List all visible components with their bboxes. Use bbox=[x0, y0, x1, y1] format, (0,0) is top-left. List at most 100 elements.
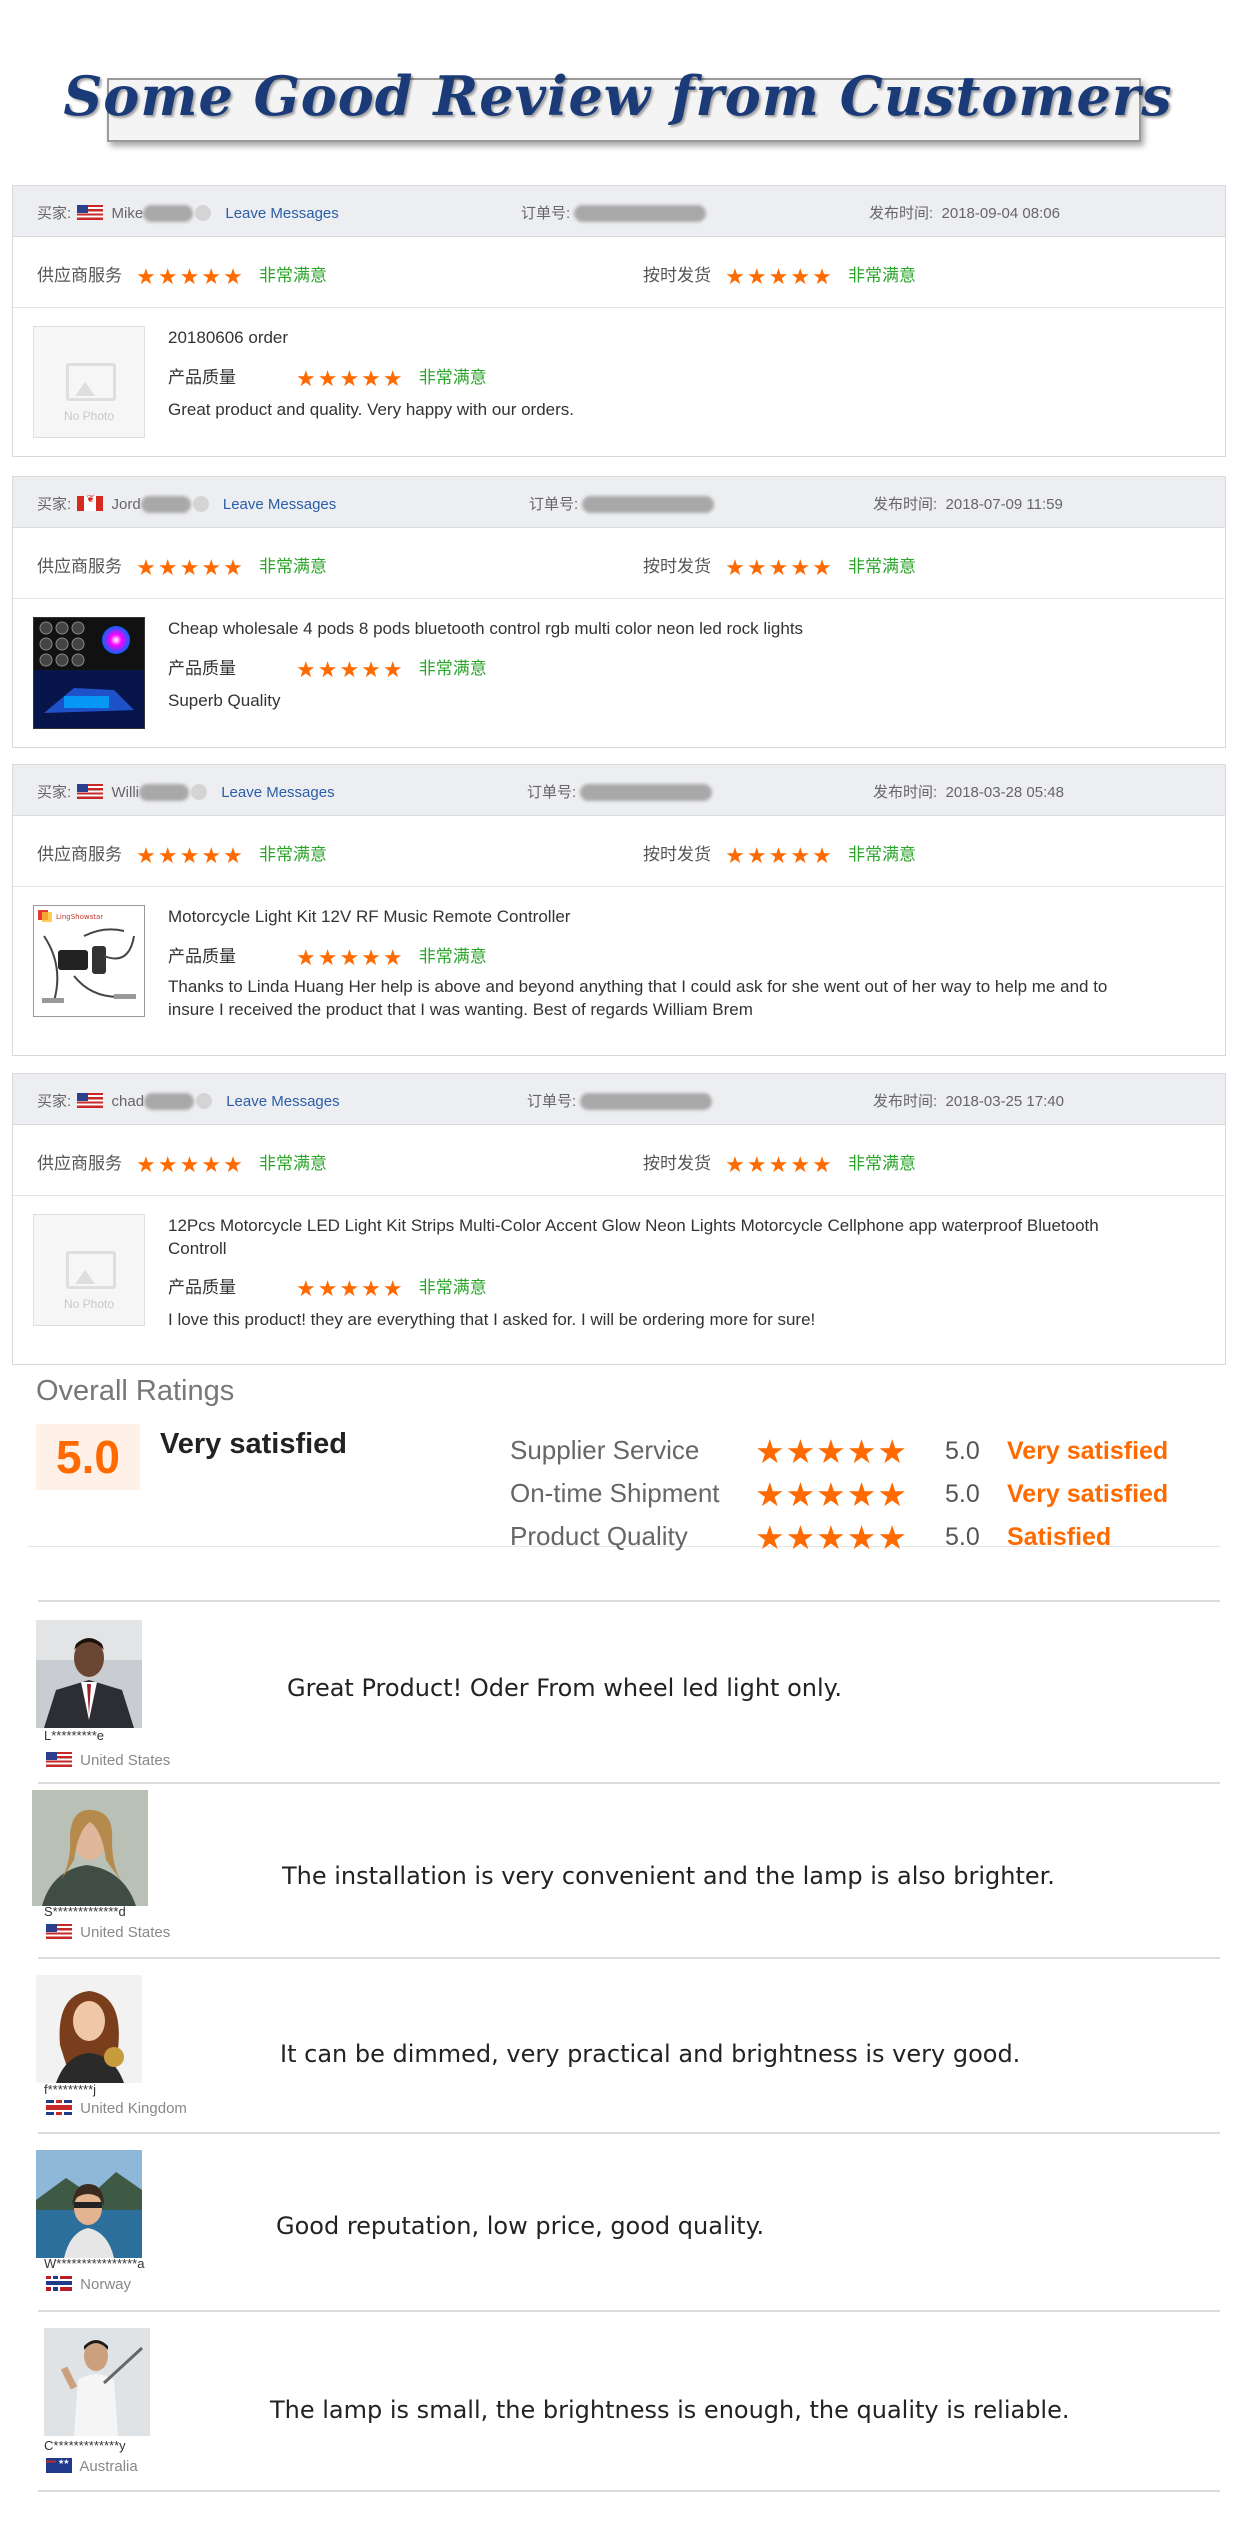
redacted-order-number bbox=[580, 1093, 713, 1110]
redacted-order-number bbox=[582, 496, 715, 513]
star-rating-icon: ★★★★★ bbox=[755, 1476, 908, 1513]
customer-country: Australia bbox=[44, 2458, 138, 2475]
leave-messages-link[interactable]: Leave Messages bbox=[223, 496, 336, 513]
customer-photo bbox=[32, 1790, 148, 1906]
rating-text: 非常满意 bbox=[847, 845, 916, 864]
testimonial-quote: The installation is very convenient and … bbox=[282, 1862, 1055, 1890]
rating-row-product-quality: Product Quality ★★★★★ 5.0 Satisfied bbox=[510, 1518, 1111, 1557]
divider bbox=[38, 1782, 1220, 1784]
rock-lights-image bbox=[34, 618, 144, 728]
review-header: 买家: Mike Leave Messages 订单号: 发布时间: 2018-… bbox=[13, 186, 1225, 237]
review-card: 买家: Mike Leave Messages 订单号: 发布时间: 2018-… bbox=[12, 185, 1226, 457]
customer-photo bbox=[44, 2328, 150, 2436]
divider bbox=[38, 2132, 1220, 2134]
star-rating-icon: ★★★★★ bbox=[296, 367, 405, 392]
testimonial-quote: The lamp is small, the brightness is eno… bbox=[270, 2396, 1070, 2424]
buyer-name: Willi bbox=[111, 784, 140, 801]
rating-label: Supplier Service bbox=[510, 1435, 700, 1465]
au-flag-icon bbox=[46, 2458, 72, 2473]
divider bbox=[38, 2490, 1220, 2492]
buyer-name: Jord bbox=[111, 496, 141, 513]
review-time: 2018-03-28 05:48 bbox=[945, 784, 1064, 801]
buyer-name: Mike bbox=[111, 205, 144, 222]
motorcycle-kit-photo[interactable]: LingShowstar bbox=[33, 905, 145, 1017]
star-rating-icon: ★★★★★ bbox=[755, 1433, 908, 1470]
product-quality-label: 产品质量 bbox=[168, 947, 236, 966]
customer-photo bbox=[36, 1975, 142, 2083]
redacted-name bbox=[143, 205, 194, 222]
review-header: 买家: chad Leave Messages 订单号: 发布时间: 2018-… bbox=[13, 1074, 1225, 1125]
avatar-icon bbox=[192, 496, 209, 512]
customer-country: United States bbox=[44, 1924, 170, 1941]
divider bbox=[38, 1957, 1220, 1959]
shipment-label: 按时发货 bbox=[643, 1154, 711, 1173]
star-rating-icon: ★★★★★ bbox=[725, 844, 834, 869]
rating-label: Product Quality bbox=[510, 1521, 688, 1551]
ca-flag-icon bbox=[77, 494, 104, 511]
avatar-icon bbox=[196, 1093, 213, 1109]
buyer-label: 买家: bbox=[37, 205, 72, 222]
rating-score: 5.0 bbox=[945, 1437, 980, 1465]
rating-text: Satisfied bbox=[1007, 1523, 1112, 1551]
rock-lights-photo[interactable] bbox=[33, 617, 145, 729]
us-flag-icon bbox=[77, 1093, 104, 1108]
time-info: 发布时间: 2018-03-25 17:40 bbox=[873, 1090, 1064, 1111]
country-label: United States bbox=[80, 1924, 171, 1941]
customer-name: S*************d bbox=[44, 1904, 126, 1919]
customer-photo bbox=[36, 2150, 142, 2258]
rating-text: 非常满意 bbox=[847, 1154, 916, 1173]
product-link[interactable]: Cheap wholesale 4 pods 8 pods bluetooth … bbox=[168, 619, 803, 639]
rating-text: 非常满意 bbox=[418, 368, 487, 387]
star-rating-icon: ★★★★★ bbox=[725, 1153, 834, 1178]
rating-row-on-time-shipment: On-time Shipment ★★★★★ 5.0 Very satisfied bbox=[510, 1475, 1168, 1514]
overall-ratings-title: Overall Ratings bbox=[36, 1375, 235, 1407]
buyer-label: 买家: bbox=[37, 496, 72, 513]
star-rating-icon: ★★★★★ bbox=[296, 946, 405, 971]
customer-photo bbox=[36, 1620, 142, 1728]
supplier-service-label: 供应商服务 bbox=[37, 845, 122, 864]
us-flag-icon bbox=[77, 784, 104, 799]
service-rating-row: 供应商服务 ★★★★★ 非常满意 按时发货 ★★★★★ 非常满意 bbox=[13, 1125, 1225, 1196]
product-link[interactable]: Motorcycle Light Kit 12V RF Music Remote… bbox=[168, 907, 570, 927]
leave-messages-link[interactable]: Leave Messages bbox=[221, 784, 334, 801]
service-rating-row: 供应商服务 ★★★★★ 非常满意 按时发货 ★★★★★ 非常满意 bbox=[13, 528, 1225, 599]
product-link[interactable]: 12Pcs Motorcycle LED Light Kit Strips Mu… bbox=[168, 1214, 1128, 1260]
order-label: 订单号: bbox=[529, 496, 579, 513]
no-flag-icon bbox=[46, 2276, 72, 2291]
buyer-info: 买家: chad Leave Messages bbox=[37, 1090, 340, 1111]
customer-name: W****************a bbox=[44, 2256, 145, 2271]
buyer-label: 买家: bbox=[37, 1093, 72, 1110]
star-rating-icon: ★★★★★ bbox=[136, 1153, 245, 1178]
product-name: 20180606 order bbox=[168, 328, 289, 347]
gb-flag-icon bbox=[46, 2100, 72, 2115]
rating-score: 5.0 bbox=[945, 1480, 980, 1508]
order-label: 订单号: bbox=[527, 1093, 577, 1110]
no-photo-thumbnail: No Photo bbox=[33, 326, 145, 438]
rating-row-supplier-service: Supplier Service ★★★★★ 5.0 Very satisfied bbox=[510, 1432, 1168, 1471]
redacted-name bbox=[144, 1093, 195, 1110]
leave-messages-link[interactable]: Leave Messages bbox=[225, 205, 338, 222]
review-time: 2018-03-25 17:40 bbox=[945, 1093, 1064, 1110]
review-time: 2018-09-04 08:06 bbox=[941, 205, 1060, 222]
review-card: 买家: Jord Leave Messages 订单号: 发布时间: 2018-… bbox=[12, 476, 1226, 748]
page-title: Some Good Review from Customers bbox=[63, 64, 1173, 128]
rating-label: On-time Shipment bbox=[510, 1478, 720, 1508]
rating-text: 非常满意 bbox=[258, 845, 327, 864]
rating-text: 非常满意 bbox=[847, 557, 916, 576]
customer-country: United Kingdom bbox=[44, 2100, 187, 2117]
order-info: 订单号: bbox=[529, 493, 715, 514]
service-rating-row: 供应商服务 ★★★★★ 非常满意 按时发货 ★★★★★ 非常满意 bbox=[13, 237, 1225, 308]
rating-text: 非常满意 bbox=[258, 557, 327, 576]
order-info: 订单号: bbox=[527, 1090, 713, 1111]
rating-text: 非常满意 bbox=[418, 1278, 487, 1297]
review-comment: Thanks to Linda Huang Her help is above … bbox=[168, 977, 1108, 1019]
us-flag-icon bbox=[46, 1752, 72, 1767]
time-info: 发布时间: 2018-09-04 08:06 bbox=[869, 202, 1060, 223]
supplier-service-label: 供应商服务 bbox=[37, 1154, 122, 1173]
rating-text: Very satisfied bbox=[1007, 1480, 1169, 1508]
redacted-order-number bbox=[580, 784, 713, 801]
us-flag-icon bbox=[77, 205, 104, 220]
svg-text:LingShowstar: LingShowstar bbox=[56, 913, 103, 921]
leave-messages-link[interactable]: Leave Messages bbox=[226, 1093, 339, 1110]
redacted-order-number bbox=[574, 205, 707, 222]
